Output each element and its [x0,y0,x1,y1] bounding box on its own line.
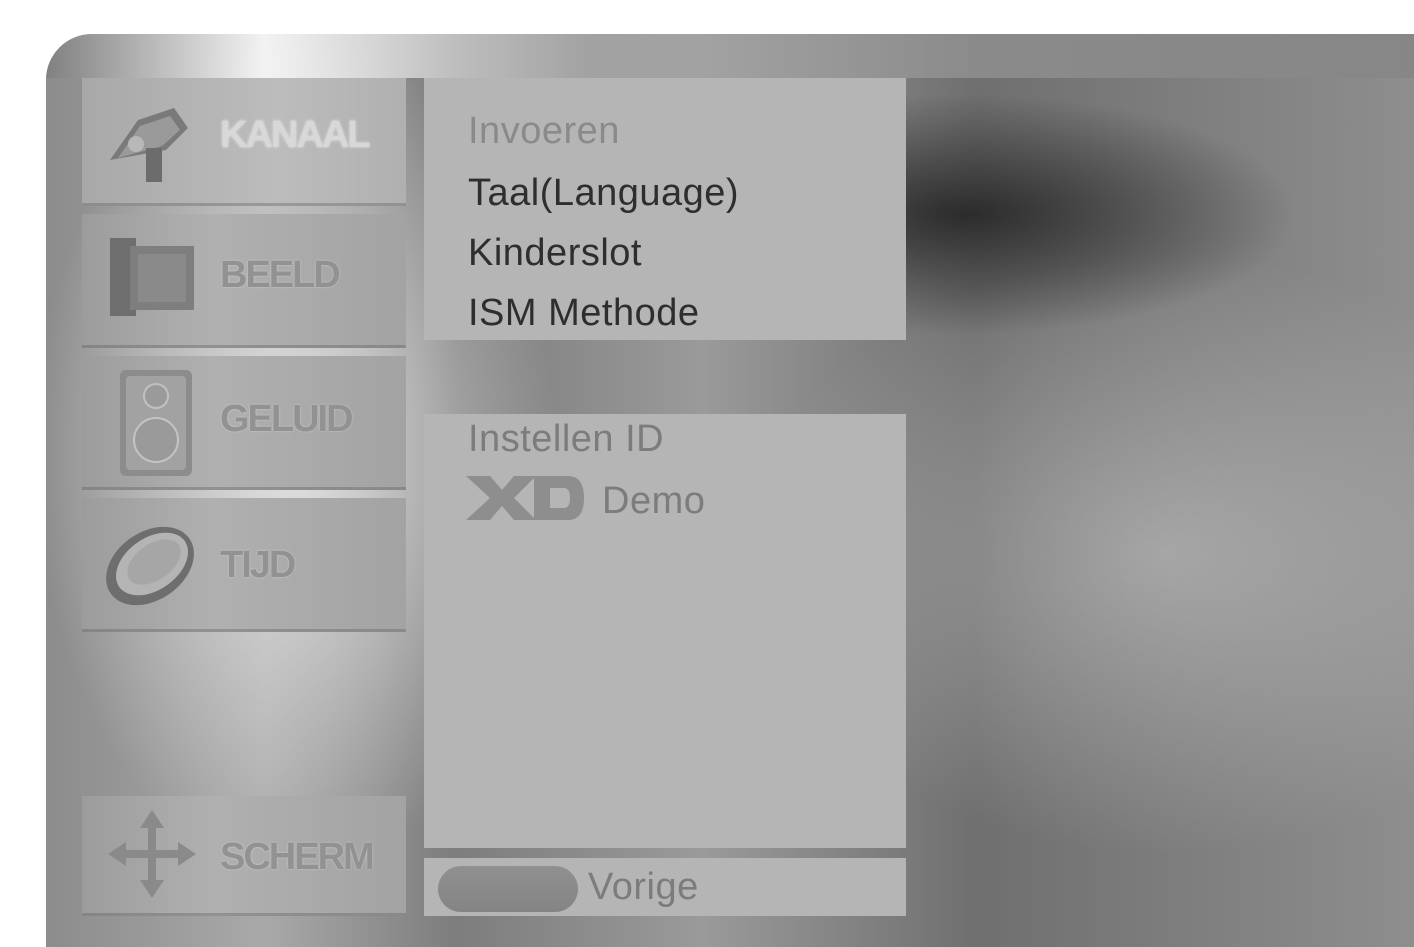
sidebar-item-scherm[interactable]: SCHERM [82,796,406,916]
sidebar-item-label: GELUID [220,398,354,440]
frame-top-highlight [46,34,1414,78]
picture-icon [108,236,198,323]
osd-menu-frame: KANAAL BEELD GELUID TIJD SCHERM Invoeren… [46,34,1414,947]
back-button-key-icon[interactable] [438,866,578,912]
speaker-icon [116,366,196,485]
sidebar-item-label: BEELD [220,254,341,296]
menu-item-xd-demo-label[interactable]: Demo [602,480,705,523]
menu-item-invoeren[interactable]: Invoeren [468,110,620,153]
menu-item-ism-methode[interactable]: ISM Methode [468,292,700,335]
xd-logo-icon [464,474,586,522]
menu-item-taal[interactable]: Taal(Language) [468,172,739,215]
submenu-panel: Invoeren Taal(Language) Kinderslot ISM M… [424,78,906,340]
menu-item-kinderslot[interactable]: Kinderslot [468,232,642,275]
sidebar-item-geluid[interactable]: GELUID [82,356,406,490]
sidebar-item-kanaal[interactable]: KANAAL [82,78,406,206]
move-arrows-icon [104,806,200,907]
satellite-dish-icon [100,98,196,193]
sidebar-item-label: TIJD [220,544,296,586]
footer-bar: Vorige [424,858,906,916]
sidebar-item-tijd[interactable]: TIJD [82,498,406,632]
menu-item-instellen-id[interactable]: Instellen ID [468,418,664,461]
lower-submenu-panel: Instellen ID Demo [424,414,906,848]
sidebar-item-label: KANAAL [220,114,370,156]
sidebar-item-label: SCHERM [220,836,375,878]
clock-icon [98,518,202,619]
back-label: Vorige [588,866,699,908]
sidebar-item-beeld[interactable]: BEELD [82,214,406,348]
